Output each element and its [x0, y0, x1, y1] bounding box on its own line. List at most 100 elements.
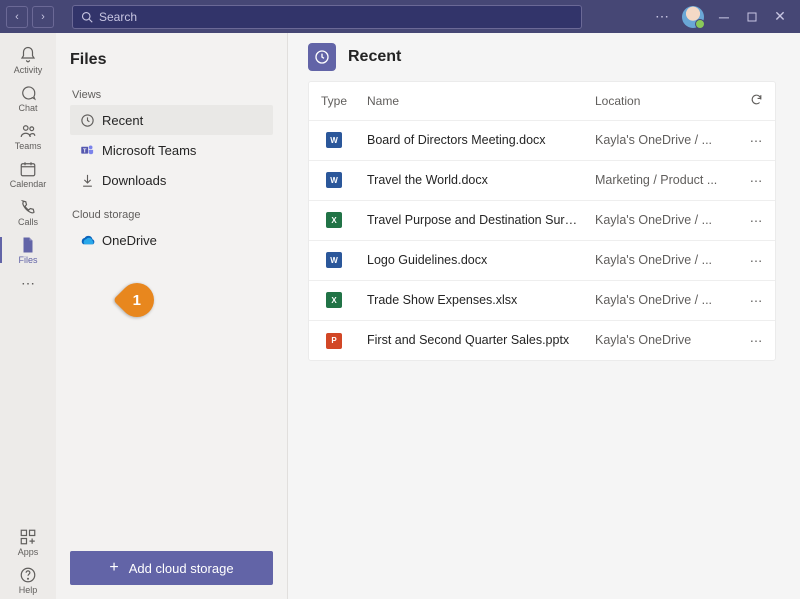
nav-item-label: Microsoft Teams	[102, 143, 196, 158]
col-refresh[interactable]	[737, 82, 775, 120]
file-name: Logo Guidelines.docx	[359, 240, 587, 280]
col-name[interactable]: Name	[359, 82, 587, 120]
row-more-button[interactable]: ⋯	[737, 320, 775, 360]
file-name: Trade Show Expenses.xlsx	[359, 280, 587, 320]
excel-file-icon: X	[326, 212, 342, 228]
title-bar: ‹ › Search ⋯ ─ ✕	[0, 0, 800, 33]
rail-label: Apps	[18, 547, 39, 557]
row-more-button[interactable]: ⋯	[737, 240, 775, 280]
nav-item-label: OneDrive	[102, 233, 157, 248]
nav-item-label: Recent	[102, 113, 143, 128]
word-file-icon: W	[326, 132, 342, 148]
files-table: Type Name Location W Board of Directors M…	[309, 82, 775, 360]
rail-label: Calendar	[10, 179, 47, 189]
main-panel: Recent Type Name Location W Board of Dire…	[288, 33, 800, 599]
row-more-button[interactable]: ⋯	[737, 160, 775, 200]
nav-recent[interactable]: Recent	[70, 105, 273, 135]
excel-file-icon: X	[326, 292, 342, 308]
rail-label: Teams	[15, 141, 42, 151]
search-input[interactable]: Search	[72, 5, 582, 29]
more-button[interactable]: ⋯	[648, 3, 676, 31]
file-icon	[19, 236, 37, 254]
nav-item-label: Downloads	[102, 173, 166, 188]
files-nav: Files Views Recent T Microsoft Teams Dow…	[56, 33, 288, 599]
rail-label: Files	[18, 255, 37, 265]
table-row[interactable]: X Trade Show Expenses.xlsxKayla's OneDriv…	[309, 280, 775, 320]
onedrive-icon	[76, 234, 98, 246]
apps-icon	[19, 528, 37, 546]
teams-icon	[19, 122, 37, 140]
file-location: Kayla's OneDrive / ...	[587, 200, 737, 240]
table-row[interactable]: W Board of Directors Meeting.docxKayla's …	[309, 120, 775, 160]
rail-label: Chat	[18, 103, 37, 113]
ppt-file-icon: P	[326, 333, 342, 349]
add-cloud-storage-button[interactable]: + Add cloud storage	[70, 551, 273, 585]
user-avatar[interactable]	[682, 6, 704, 28]
bell-icon	[19, 46, 37, 64]
nav-onedrive[interactable]: OneDrive	[70, 225, 273, 255]
ellipsis-icon: ⋯	[21, 275, 35, 292]
table-row[interactable]: P First and Second Quarter Sales.pptxKayl…	[309, 320, 775, 360]
rail-activity[interactable]: Activity	[0, 41, 56, 79]
rail-label: Activity	[14, 65, 43, 75]
window-minimize-button[interactable]: ─	[710, 3, 738, 31]
main-title: Recent	[348, 48, 401, 66]
row-more-button[interactable]: ⋯	[737, 200, 775, 240]
rail-calendar[interactable]: Calendar	[0, 155, 56, 193]
clock-icon	[76, 113, 98, 128]
files-table-panel: Type Name Location W Board of Directors M…	[308, 81, 776, 361]
nav-forward-button[interactable]: ›	[32, 6, 54, 28]
rail-files[interactable]: Files	[0, 231, 56, 269]
refresh-icon	[750, 93, 763, 106]
nav-microsoft-teams[interactable]: T Microsoft Teams	[70, 135, 273, 165]
table-header-row: Type Name Location	[309, 82, 775, 120]
button-label: Add cloud storage	[129, 561, 234, 576]
svg-text:T: T	[82, 148, 86, 154]
window-close-button[interactable]: ✕	[766, 3, 794, 31]
file-location: Marketing / Product ...	[587, 160, 737, 200]
rail-help[interactable]: Help	[0, 561, 56, 599]
file-location: Kayla's OneDrive / ...	[587, 120, 737, 160]
table-row[interactable]: W Travel the World.docxMarketing / Produc…	[309, 160, 775, 200]
annotation-callout-1: 1	[113, 276, 161, 324]
download-icon	[76, 173, 98, 188]
search-placeholder: Search	[99, 10, 137, 24]
search-icon	[81, 11, 93, 23]
col-type[interactable]: Type	[309, 82, 359, 120]
main-header: Recent	[288, 33, 800, 81]
help-icon	[19, 566, 37, 584]
rail-chat[interactable]: Chat	[0, 79, 56, 117]
file-location: Kayla's OneDrive / ...	[587, 280, 737, 320]
rail-label: Help	[19, 585, 38, 595]
table-row[interactable]: WLogo Guidelines.docxKayla's OneDrive / …	[309, 240, 775, 280]
teams-logo-icon: T	[76, 143, 98, 158]
file-location: Kayla's OneDrive	[587, 320, 737, 360]
recent-badge-icon	[308, 43, 336, 71]
table-row[interactable]: X Travel Purpose and Destination Surve...…	[309, 200, 775, 240]
file-name: Board of Directors Meeting.docx	[359, 120, 587, 160]
calendar-icon	[19, 160, 37, 178]
window-maximize-button[interactable]	[738, 3, 766, 31]
row-more-button[interactable]: ⋯	[737, 120, 775, 160]
cloud-section-label: Cloud storage	[72, 209, 271, 221]
views-section-label: Views	[72, 89, 271, 101]
word-file-icon: W	[326, 172, 342, 188]
rail-teams[interactable]: Teams	[0, 117, 56, 155]
file-name: Travel Purpose and Destination Surve...	[359, 200, 587, 240]
files-nav-title: Files	[70, 51, 273, 69]
plus-icon: +	[109, 559, 118, 577]
rail-apps[interactable]: Apps	[0, 523, 56, 561]
phone-icon	[19, 198, 37, 216]
nav-downloads[interactable]: Downloads	[70, 165, 273, 195]
rail-more[interactable]: ⋯	[0, 269, 56, 297]
chat-icon	[19, 84, 37, 102]
rail-calls[interactable]: Calls	[0, 193, 56, 231]
nav-back-button[interactable]: ‹	[6, 6, 28, 28]
file-name: First and Second Quarter Sales.pptx	[359, 320, 587, 360]
col-location[interactable]: Location	[587, 82, 737, 120]
word-file-icon: W	[326, 252, 342, 268]
file-name: Travel the World.docx	[359, 160, 587, 200]
app-rail: Activity Chat Teams Calendar Calls Files…	[0, 33, 56, 599]
rail-label: Calls	[18, 217, 38, 227]
row-more-button[interactable]: ⋯	[737, 280, 775, 320]
